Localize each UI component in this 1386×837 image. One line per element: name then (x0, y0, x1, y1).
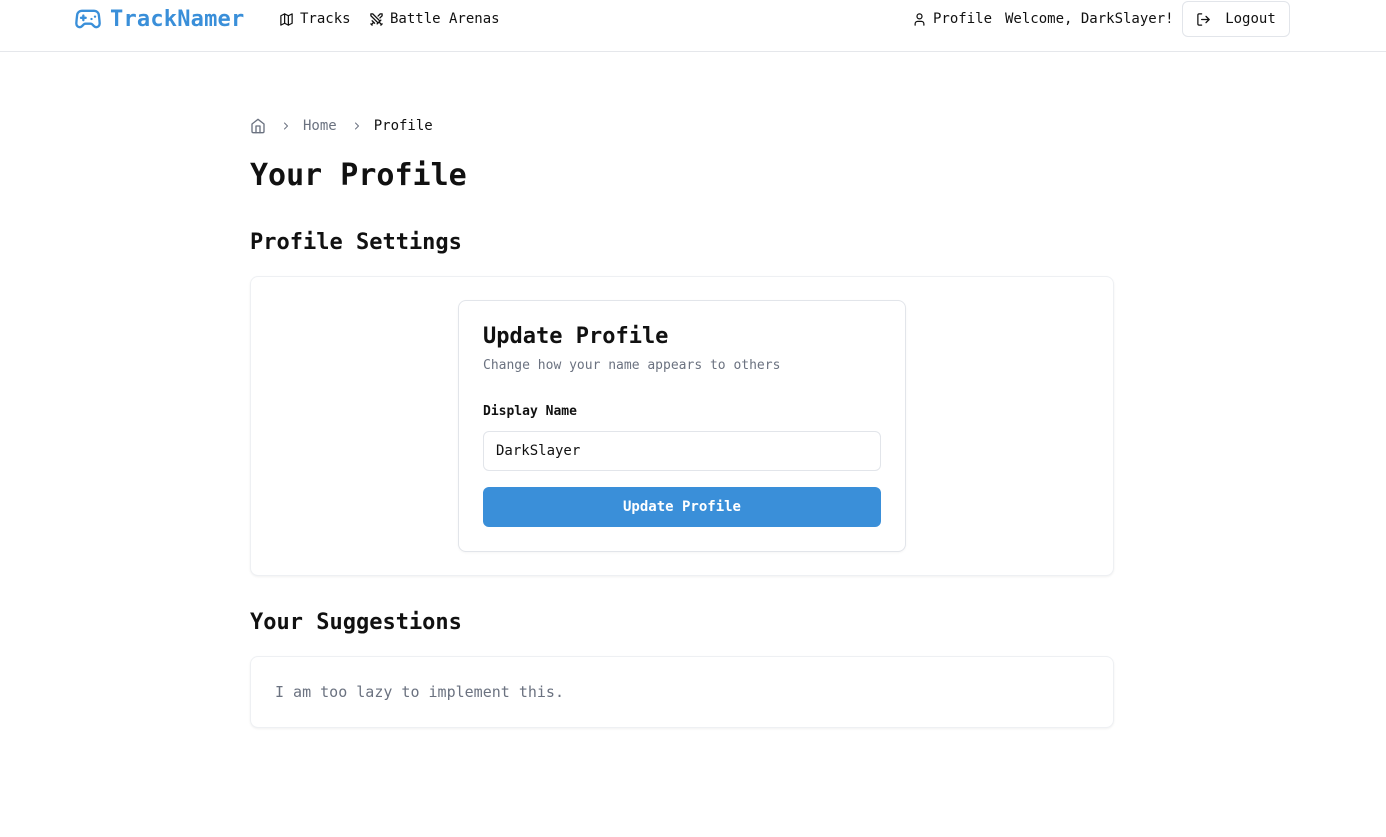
map-icon (279, 12, 294, 27)
chevron-right-icon (337, 120, 374, 132)
update-profile-form: Update Profile Change how your name appe… (458, 300, 906, 552)
logout-label: Logout (1225, 11, 1276, 27)
user-icon (912, 12, 927, 27)
welcome-message: Welcome, DarkSlayer! (1005, 11, 1174, 27)
chevron-right-icon (266, 120, 303, 132)
display-name-input[interactable] (483, 431, 881, 471)
update-profile-description: Change how your name appears to others (483, 358, 781, 373)
nav-tracks-label: Tracks (300, 11, 351, 27)
nav-profile-label: Profile (933, 11, 993, 27)
nav-battle-arenas-link[interactable]: Battle Arenas (369, 9, 500, 29)
nav-profile-link[interactable]: Profile (912, 9, 992, 29)
home-icon (250, 118, 266, 134)
breadcrumb: Home Profile (250, 116, 433, 136)
breadcrumb-current: Profile (373, 118, 433, 134)
breadcrumb-home-link[interactable]: Home (303, 118, 337, 134)
page-title: Your Profile (250, 158, 467, 193)
logout-button[interactable]: Logout (1182, 1, 1290, 37)
breadcrumb-home-icon-link[interactable] (250, 118, 266, 134)
top-navbar: TrackNamer Tracks Battle Arenas Profile … (0, 0, 1386, 52)
your-suggestions-heading: Your Suggestions (250, 610, 462, 635)
suggestions-empty-text: I am too lazy to implement this. (275, 683, 564, 701)
update-profile-button[interactable]: Update Profile (483, 487, 881, 527)
brand-name: TrackNamer (110, 6, 245, 32)
nav-battle-arenas-label: Battle Arenas (390, 11, 500, 27)
gamepad-icon (74, 5, 102, 33)
logout-icon (1196, 12, 1211, 27)
display-name-label: Display Name (483, 404, 577, 419)
profile-settings-heading: Profile Settings (250, 230, 462, 255)
nav-tracks-link[interactable]: Tracks (279, 9, 351, 29)
suggestions-card: I am too lazy to implement this. (250, 656, 1114, 728)
crossed-swords-icon (369, 12, 384, 27)
brand-link[interactable]: TrackNamer (74, 4, 244, 34)
update-profile-title: Update Profile (483, 324, 669, 349)
